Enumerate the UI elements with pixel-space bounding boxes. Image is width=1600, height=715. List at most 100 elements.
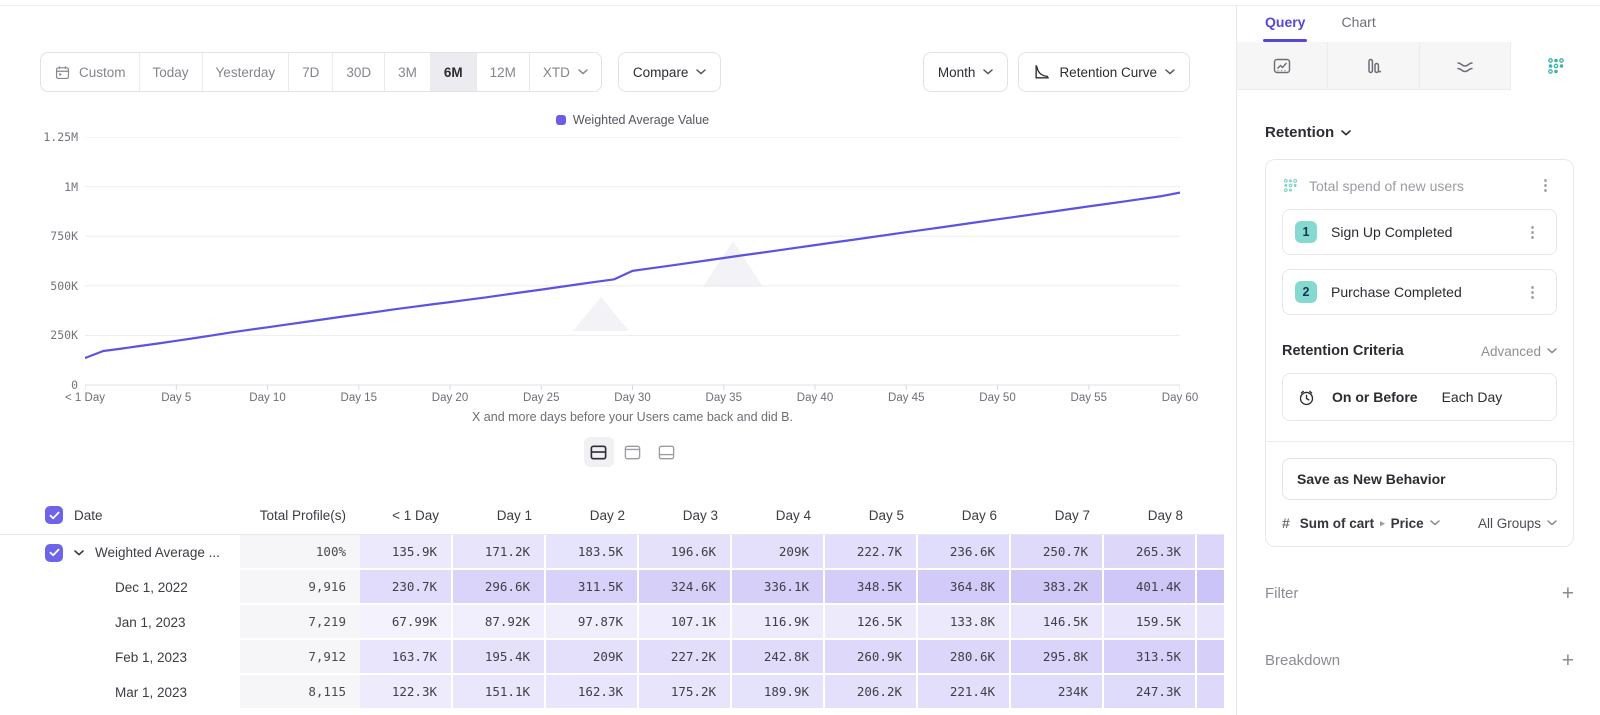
report-type-retention[interactable] (1511, 42, 1600, 90)
column-header: < 1 Day (360, 496, 453, 534)
row-label-cell: Weighted Average ... (0, 535, 240, 570)
check-icon (49, 511, 60, 520)
date-range-yesterday[interactable]: Yesterday (202, 53, 289, 91)
y-axis-tick-label: 1.25M (43, 130, 78, 144)
row-label: Mar 1, 2023 (115, 685, 187, 700)
breakdown-section[interactable]: Breakdown + (1265, 650, 1574, 671)
retention-value-cell: 247.3K (1104, 675, 1197, 710)
table-row[interactable]: Dec 1, 20229,916230.7K296.6K311.5K324.6K… (0, 570, 1224, 605)
retention-value-cell: 67.99K (360, 605, 453, 640)
retention-table: DateTotal Profile(s)< 1 DayDay 1Day 2Day… (0, 496, 1224, 710)
report-type-funnels[interactable] (1328, 42, 1419, 90)
y-axis-tick-label: 500K (50, 279, 78, 293)
retention-value-cell: 280.6K (918, 640, 1011, 675)
tab-query[interactable]: Query (1265, 14, 1305, 42)
table-row[interactable]: Weighted Average ...100%135.9K171.2K183.… (0, 535, 1224, 570)
range-label: 6M (444, 65, 463, 80)
x-axis-caption: X and more days before your Users came b… (85, 410, 1180, 424)
add-filter-icon[interactable]: + (1562, 583, 1574, 604)
retention-criteria-header: Retention Criteria Advanced (1282, 343, 1557, 359)
layout-split-view-icon (589, 443, 608, 462)
expand-chevron-icon[interactable] (74, 550, 84, 556)
table-row[interactable]: Feb 1, 20237,912163.7K195.4K209K227.2K24… (0, 640, 1224, 675)
behavior-title: Total spend of new users (1309, 178, 1524, 194)
layout-toggle-group (85, 437, 1180, 467)
retention-value-cell: 364.8K (918, 570, 1011, 605)
total-profiles-cell: 7,912 (240, 640, 360, 675)
report-type-flows[interactable] (1420, 42, 1511, 90)
behavior-card: Total spend of new users ⋮ 1Sign Up Comp… (1265, 159, 1574, 547)
measure-select[interactable]: Sum of cart ▸ Price (1300, 516, 1440, 531)
compare-button[interactable]: Compare (618, 52, 722, 92)
tab-chart[interactable]: Chart (1341, 14, 1375, 42)
row-checkbox[interactable] (45, 544, 63, 562)
legend-label: Weighted Average Value (573, 113, 709, 127)
query-panel: Query Chart Retention Total spend of new… (1236, 6, 1600, 715)
behavior-step[interactable]: 2Purchase Completed⋮ (1282, 269, 1557, 315)
layout-table-only-button[interactable] (652, 437, 682, 467)
retention-timing-row[interactable]: On or Before Each Day (1282, 373, 1557, 421)
x-axis-tick-label: Day 50 (979, 392, 1015, 404)
select-all-checkbox[interactable] (45, 506, 63, 524)
x-axis: < 1 DayDay 5Day 10Day 15Day 20Day 25Day … (85, 392, 1180, 406)
add-breakdown-icon[interactable]: + (1562, 650, 1574, 671)
column-header: Total Profile(s) (240, 496, 360, 534)
x-axis-tick-label: Day 5 (161, 392, 191, 404)
retention-value-cell: 196.6K (639, 535, 732, 570)
column-header: Day 3 (639, 496, 732, 534)
chevron-down-icon (696, 69, 706, 75)
retention-chart[interactable] (85, 137, 1180, 391)
x-axis-tick-label: Day 20 (432, 392, 468, 404)
date-range-today[interactable]: Today (139, 53, 202, 91)
layout-split-view-button[interactable] (584, 437, 614, 467)
range-label: XTD (543, 65, 570, 80)
behavior-step[interactable]: 1Sign Up Completed⋮ (1282, 209, 1557, 255)
date-range-7d[interactable]: 7D (288, 53, 332, 91)
granularity-select[interactable]: Month (923, 52, 1009, 92)
save-as-new-behavior-button[interactable]: Save as New Behavior (1282, 458, 1557, 500)
date-range-3m[interactable]: 3M (384, 53, 430, 91)
retention-value-cell: 206.2K (825, 675, 918, 710)
column-header: Day 1 (453, 496, 546, 534)
retention-section-header[interactable]: Retention (1265, 124, 1600, 141)
kebab-menu-icon[interactable]: ⋮ (1534, 176, 1557, 195)
step-event-name: Sign Up Completed (1331, 224, 1507, 240)
x-axis-tick-label: Day 60 (1162, 392, 1198, 404)
report-type-insights[interactable] (1237, 42, 1328, 90)
range-label: 30D (346, 65, 371, 80)
groups-select[interactable]: All Groups (1478, 516, 1557, 531)
retention-value-cell: 260.9K (825, 640, 918, 675)
chevron-down-icon (1547, 520, 1557, 526)
step-number-badge: 2 (1295, 281, 1317, 303)
kebab-menu-icon[interactable]: ⋮ (1521, 283, 1544, 302)
layout-chart-only-button[interactable] (618, 437, 648, 467)
range-label: 12M (490, 65, 516, 80)
chevron-down-icon (1165, 69, 1175, 75)
main-content: CustomTodayYesterday7D 30D 3M 6M 12M XTD Comp… (0, 0, 1224, 715)
bar-chart-icon (1363, 56, 1383, 76)
clipped-day9-cell (1197, 605, 1224, 640)
layout-chart-only-icon (623, 443, 642, 462)
date-range-12m[interactable]: 12M (476, 53, 529, 91)
chart-type-select[interactable]: Retention Curve (1018, 52, 1190, 92)
total-profiles-cell: 100% (240, 535, 360, 570)
total-profiles-cell: 7,219 (240, 605, 360, 640)
y-axis: 0250K500K750K1M1.25M (0, 137, 78, 385)
check-icon (49, 548, 60, 557)
date-range-xtd[interactable]: XTD (529, 53, 601, 91)
clipped-day9-cell (1197, 675, 1224, 710)
table-row[interactable]: Mar 1, 20238,115122.3K151.1K162.3K175.2K… (0, 675, 1224, 710)
date-range-6m[interactable]: 6M (430, 53, 476, 91)
date-range-30d[interactable]: 30D (332, 53, 384, 91)
x-axis-tick-label: Day 40 (797, 392, 833, 404)
retention-value-cell: 209K (732, 535, 825, 570)
kebab-menu-icon[interactable]: ⋮ (1521, 223, 1544, 242)
advanced-toggle[interactable]: Advanced (1481, 344, 1557, 359)
table-row[interactable]: Jan 1, 20237,21967.99K87.92K97.87K107.1K… (0, 605, 1224, 640)
granularity-label: Month (938, 65, 976, 80)
criteria-mode-label: Advanced (1481, 344, 1541, 359)
card-divider (1266, 441, 1573, 442)
row-label-cell: Feb 1, 2023 (0, 640, 240, 675)
date-range-custom[interactable]: Custom (41, 53, 139, 91)
filter-section[interactable]: Filter + (1265, 583, 1574, 604)
